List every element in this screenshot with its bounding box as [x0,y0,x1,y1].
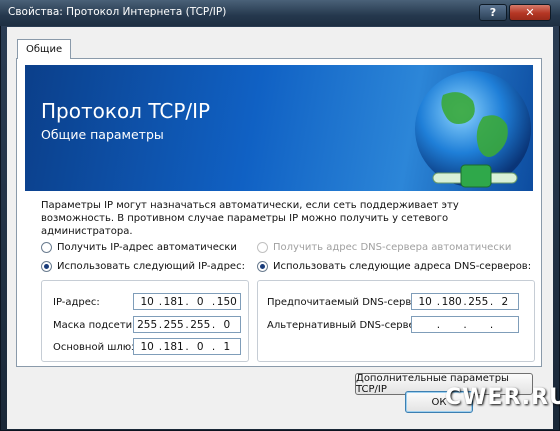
ip-manual-label: Использовать следующий IP-адрес: [57,261,245,272]
preferred-dns-input[interactable]: 10. 180. 255. 2 [411,293,519,310]
dns-manual-radio[interactable]: Использовать следующие адреса DNS-сервер… [257,261,531,272]
watermark-logo: CWER.RU [445,385,560,410]
description-text: Параметры IP могут назначаться автоматич… [41,200,459,237]
subnet-mask-input[interactable]: 255. 255. 255. 0 [133,316,241,333]
globe-network-icon [415,71,531,188]
subnet-mask-label: Маска подсети: [53,320,136,331]
radio-indicator [257,242,268,253]
title-bar[interactable]: Свойства: Протокол Интернета (TCP/IP) ? … [0,0,560,26]
dialog-window: Свойства: Протокол Интернета (TCP/IP) ? … [0,0,560,431]
ip-manual-radio[interactable]: Использовать следующий IP-адрес: [41,261,245,272]
tab-general[interactable]: Общие [17,39,72,59]
banner-title: Протокол TCP/IP [41,99,211,123]
tab-panel: Протокол TCP/IP Общие параметры Параметр… [16,58,542,395]
preferred-dns-label: Предпочитаемый DNS-сервер: [267,297,428,308]
window-title: Свойства: Протокол Интернета (TCP/IP) [8,6,227,18]
default-gateway-label: Основной шлюз: [53,342,140,353]
banner-subtitle: Общие параметры [41,127,164,142]
ip-auto-label: Получить IP-адрес автоматически [57,242,237,253]
dns-auto-label: Получить адрес DNS-сервера автоматически [273,242,512,253]
dns-manual-label: Использовать следующие адреса DNS-сервер… [273,261,532,272]
radio-indicator-selected [41,261,52,272]
header-banner: Протокол TCP/IP Общие параметры [25,65,533,191]
close-button[interactable]: ✕ [509,4,551,21]
radio-indicator-selected [257,261,268,272]
radio-indicator [41,242,52,253]
ip-address-input[interactable]: 10. 181. 0. 150 [133,293,241,310]
ip-address-label: IP-адрес: [53,297,100,308]
alternate-dns-label: Альтернативный DNS-сервер: [267,320,425,331]
ip-auto-radio[interactable]: Получить IP-адрес автоматически [41,242,237,253]
alternate-dns-input[interactable]: . . . [411,316,519,333]
default-gateway-input[interactable]: 10. 181. 0. 1 [133,338,241,355]
dialog-body: Общие Протокол TCP/IP Общие параметры Па… [7,27,553,429]
dns-auto-radio: Получить адрес DNS-сервера автоматически [257,242,511,253]
help-button[interactable]: ? [479,4,507,21]
